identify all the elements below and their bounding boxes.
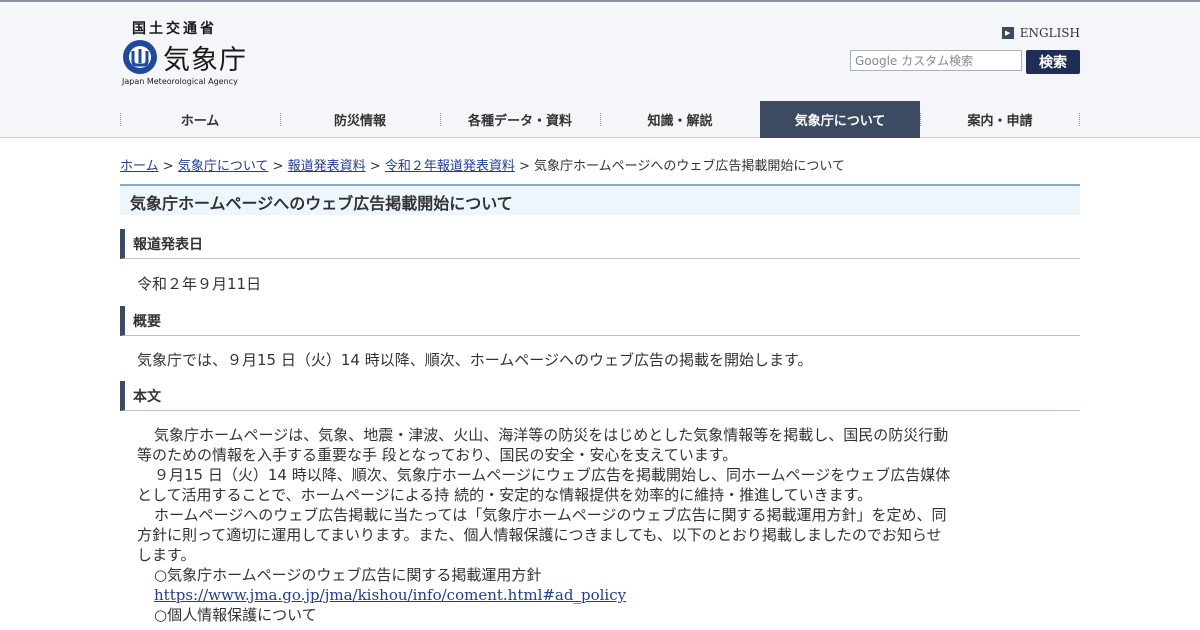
body-text: 気象庁ホームページは、気象、地震・津波、火山、海洋等の防災をはじめとした気象情報… (137, 425, 1067, 625)
body-line: 方針に則って適切に運用してまいります。また、個人情報保護につきましても、以下のと… (137, 526, 942, 544)
english-link[interactable]: ▶ ENGLISH (1001, 26, 1080, 40)
body-line: します。 (137, 546, 196, 564)
breadcrumb: ホーム > 気象庁について > 報道発表資料 > 令和２年報道発表資料 > 気象… (120, 155, 845, 174)
body-line: 等のための情報を入手する重要な手 段となっており、国民の安全・安心を支えています… (137, 446, 738, 464)
release-date: 令和２年９月11日 (137, 275, 262, 293)
play-arrow-icon: ▶ (1001, 27, 1014, 39)
search-form: 検索 (850, 50, 1080, 74)
summary-text: 気象庁では、９月15 日（火）14 時以降、順次、ホームページへのウェブ広告の掲… (137, 351, 813, 369)
ministry-name: 国土交通省 (132, 21, 217, 37)
jma-logo-icon (123, 40, 157, 74)
nav-item-knowledge[interactable]: 知識・解説 (600, 101, 760, 138)
logo-text-en: Japan Meteorological Agency (122, 77, 238, 86)
ad-policy-link[interactable]: https://www.jma.go.jp/jma/kishou/info/co… (154, 586, 626, 604)
body-line: として活用することで、ホームページによる持 続的・安定的な情報提供を効率的に維持… (137, 486, 873, 504)
nav-item-data[interactable]: 各種データ・資料 (440, 101, 600, 138)
breadcrumb-separator: > (369, 159, 381, 174)
body-line: ９月15 日（火）14 時以降、順次、気象庁ホームページにウェブ広告を掲載開始し… (154, 466, 951, 484)
breadcrumb-about[interactable]: 気象庁について (178, 159, 269, 174)
body-line: 気象庁ホームページは、気象、地震・津波、火山、海洋等の防災をはじめとした気象情報… (154, 426, 949, 444)
body-line: ○気象庁ホームページのウェブ広告に関する掲載運用方針 (154, 566, 542, 584)
english-link-label: ENGLISH (1019, 26, 1080, 40)
breadcrumb-separator: > (162, 159, 174, 174)
section-heading-summary: 概要 (120, 306, 1080, 336)
logo-text-jp: 気象庁 (163, 45, 247, 76)
breadcrumb-current: 気象庁ホームページへのウェブ広告掲載開始について (534, 159, 845, 174)
breadcrumb-separator: > (518, 159, 530, 174)
nav-item-disaster-info[interactable]: 防災情報 (280, 101, 440, 138)
nav-item-about[interactable]: 気象庁について (760, 101, 920, 138)
search-input[interactable] (850, 50, 1022, 71)
breadcrumb-home[interactable]: ホーム (120, 159, 159, 174)
body-line: ○個人情報保護について (154, 606, 317, 624)
section-heading-body: 本文 (120, 381, 1080, 411)
breadcrumb-reiwa2-releases[interactable]: 令和２年報道発表資料 (385, 159, 515, 174)
section-heading-date: 報道発表日 (120, 229, 1080, 259)
nav-item-home[interactable]: ホーム (120, 101, 280, 138)
breadcrumb-separator: > (272, 159, 284, 174)
site-logo[interactable]: 国土交通省 気象庁 Japan Meteorological Agency (122, 18, 247, 90)
search-button[interactable]: 検索 (1026, 50, 1080, 74)
global-nav: ホーム 防災情報 各種データ・資料 知識・解説 気象庁について 案内・申請 (120, 101, 1080, 138)
breadcrumb-press-releases[interactable]: 報道発表資料 (288, 159, 366, 174)
body-line: ホームページへのウェブ広告掲載に当たっては「気象庁ホームページのウェブ広告に関す… (154, 506, 947, 524)
page-title: 気象庁ホームページへのウェブ広告掲載開始について (120, 184, 1080, 215)
site-header: 国土交通省 気象庁 Japan Meteorological Agency ▶ … (0, 2, 1200, 138)
nav-item-guide[interactable]: 案内・申請 (920, 101, 1080, 138)
